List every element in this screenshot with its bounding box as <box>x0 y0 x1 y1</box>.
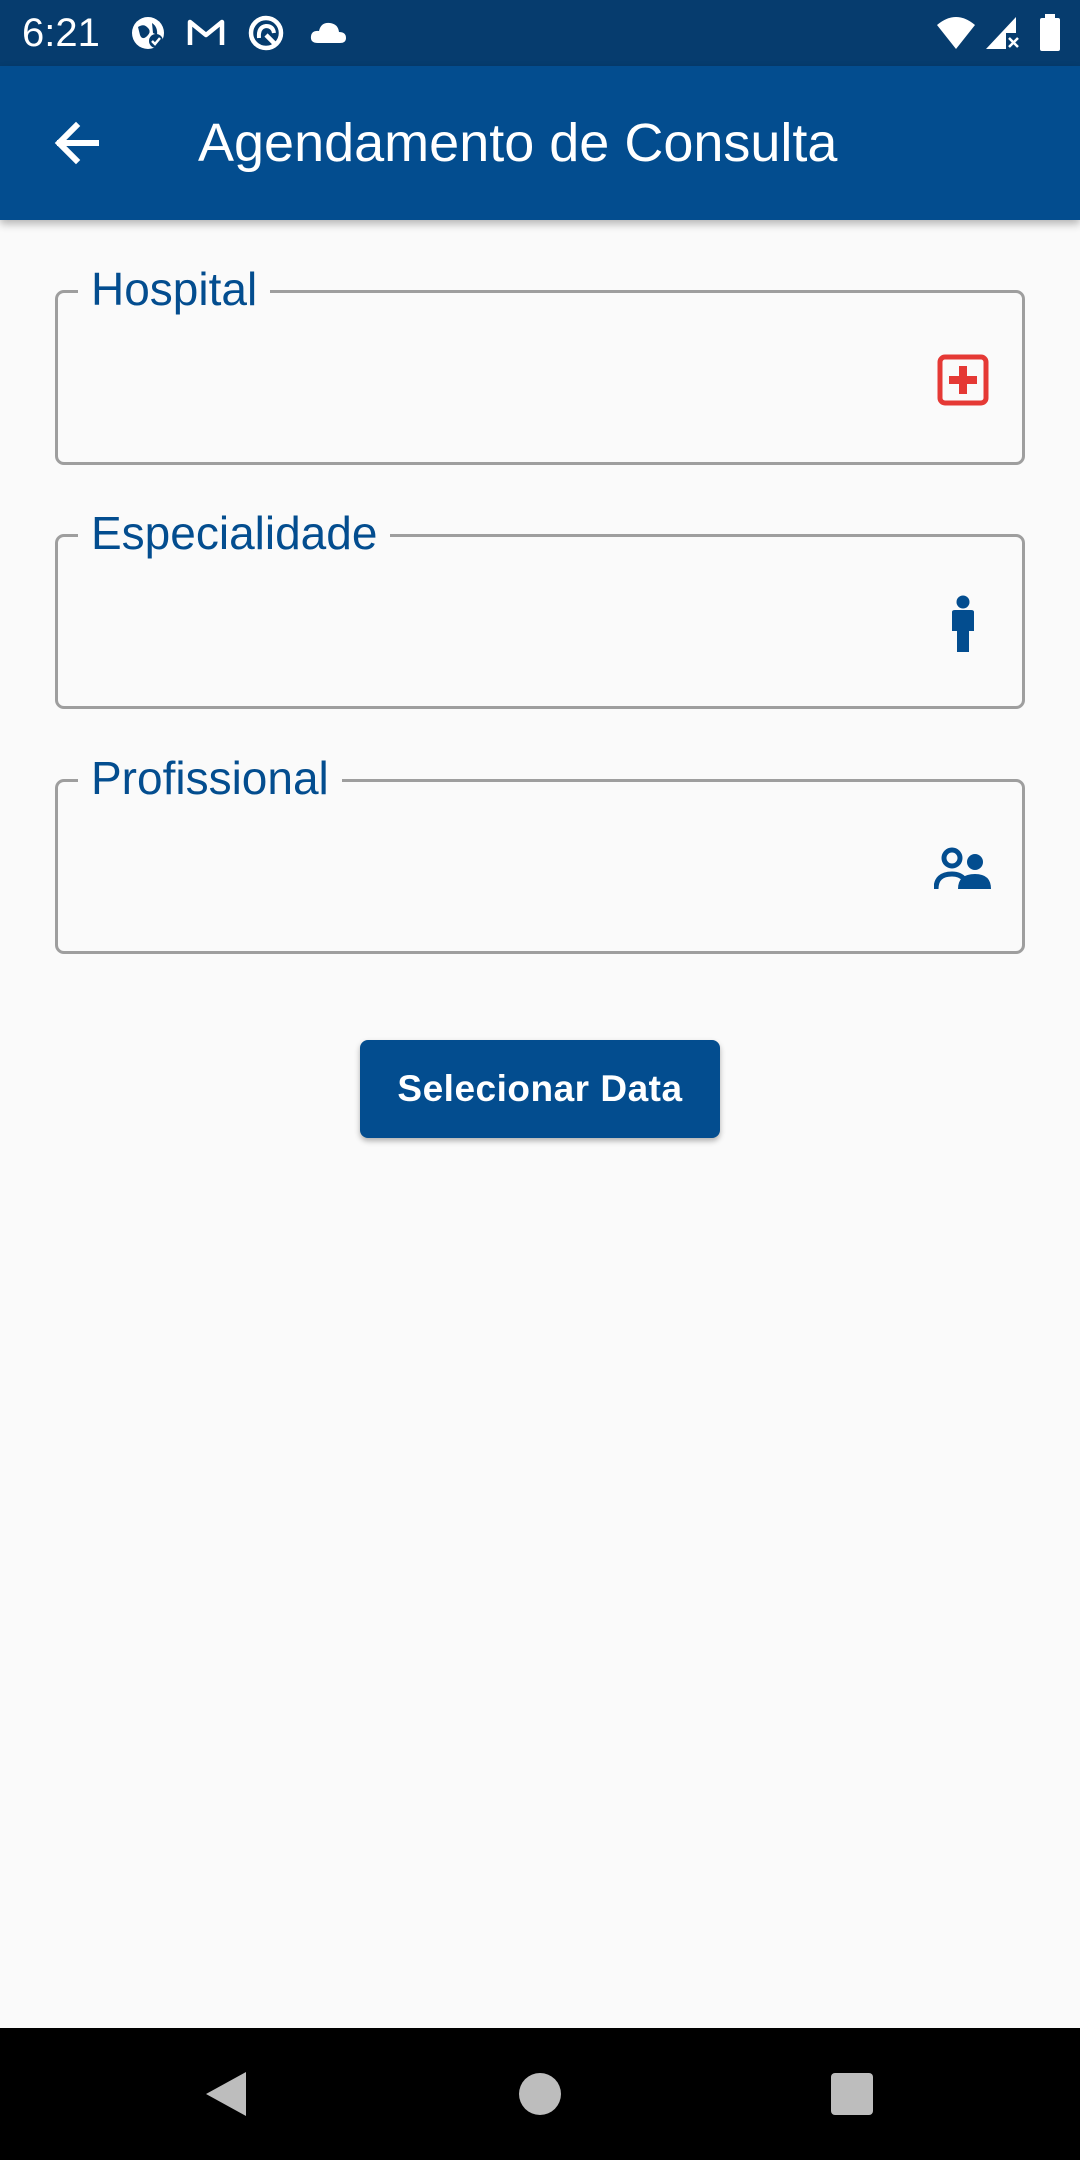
profissional-field[interactable]: Profissional <box>55 748 1025 954</box>
page-title: Agendamento de Consulta <box>198 113 838 173</box>
select-date-button[interactable]: Selecionar Data <box>360 1040 720 1138</box>
person-icon <box>952 595 974 652</box>
cloud-icon <box>310 22 346 43</box>
people-icon <box>934 847 991 890</box>
arrow-back-icon <box>54 121 99 165</box>
hospital-icon-wrap <box>934 351 992 409</box>
back-button[interactable] <box>32 107 122 179</box>
app-bar: Agendamento de Consulta <box>0 66 1080 220</box>
battery-icon <box>1040 14 1060 51</box>
wifi-icon <box>937 17 975 49</box>
navigation-bar <box>0 2028 1080 2160</box>
profissional-icon-wrap <box>934 840 992 898</box>
gmail-icon <box>187 19 225 45</box>
sync-icon <box>248 15 284 51</box>
signal-icon <box>986 17 1019 49</box>
profissional-label: Profissional <box>78 748 342 808</box>
especialidade-label: Especialidade <box>78 503 391 563</box>
status-bar: 6:21 <box>0 0 1080 66</box>
hospital-label: Hospital <box>78 259 271 319</box>
status-time: 6:21 <box>22 11 100 55</box>
nav-home-icon[interactable] <box>510 2064 570 2124</box>
especialidade-icon-wrap <box>934 595 992 653</box>
vpn-globe-icon <box>132 17 164 49</box>
hospital-cross-icon <box>937 354 989 406</box>
hospital-field[interactable]: Hospital <box>55 259 1025 465</box>
nav-recents-icon[interactable] <box>822 2064 882 2124</box>
especialidade-field[interactable]: Especialidade <box>55 503 1025 709</box>
nav-back-icon[interactable] <box>196 2064 256 2124</box>
